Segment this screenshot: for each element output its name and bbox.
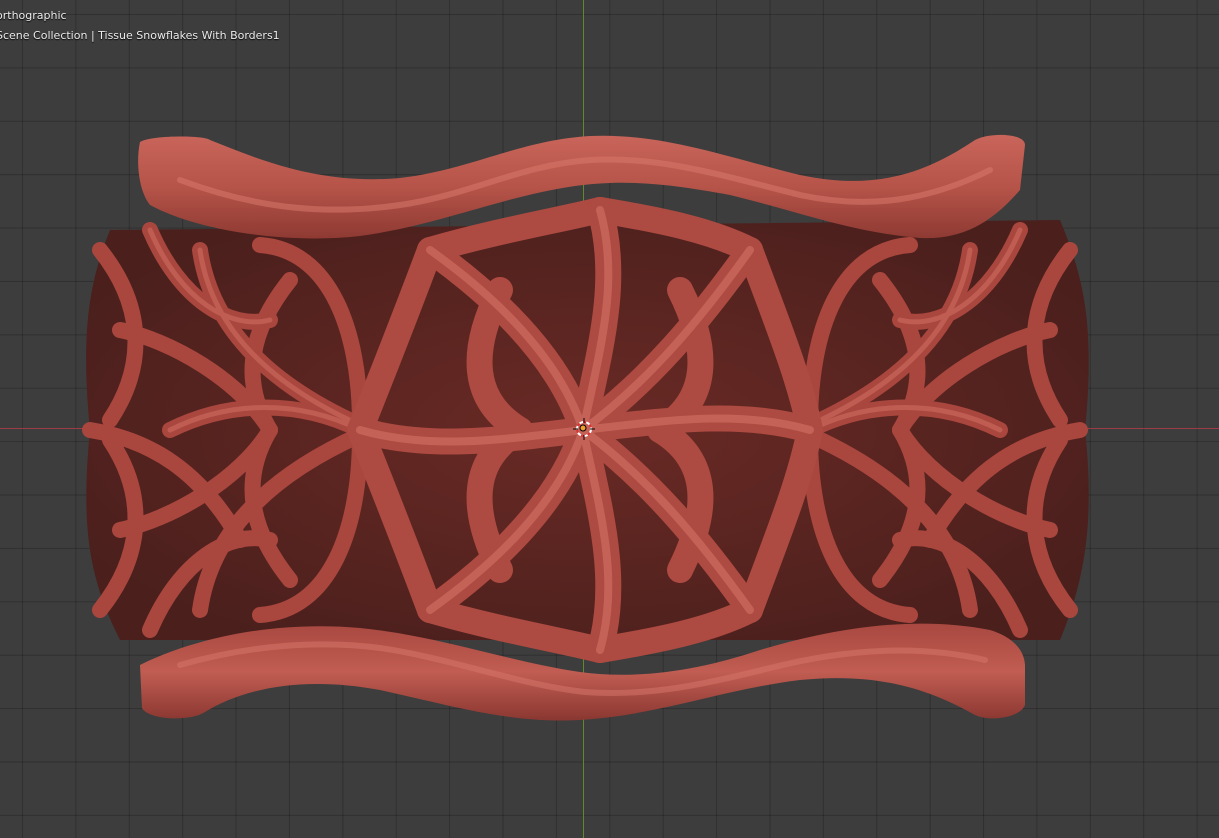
3d-cursor-icon[interactable] (573, 418, 595, 440)
3d-viewport[interactable]: orthographic Scene Collection | Tissue S… (0, 0, 1219, 838)
tissue-snowflakes-model[interactable] (0, 0, 1219, 838)
